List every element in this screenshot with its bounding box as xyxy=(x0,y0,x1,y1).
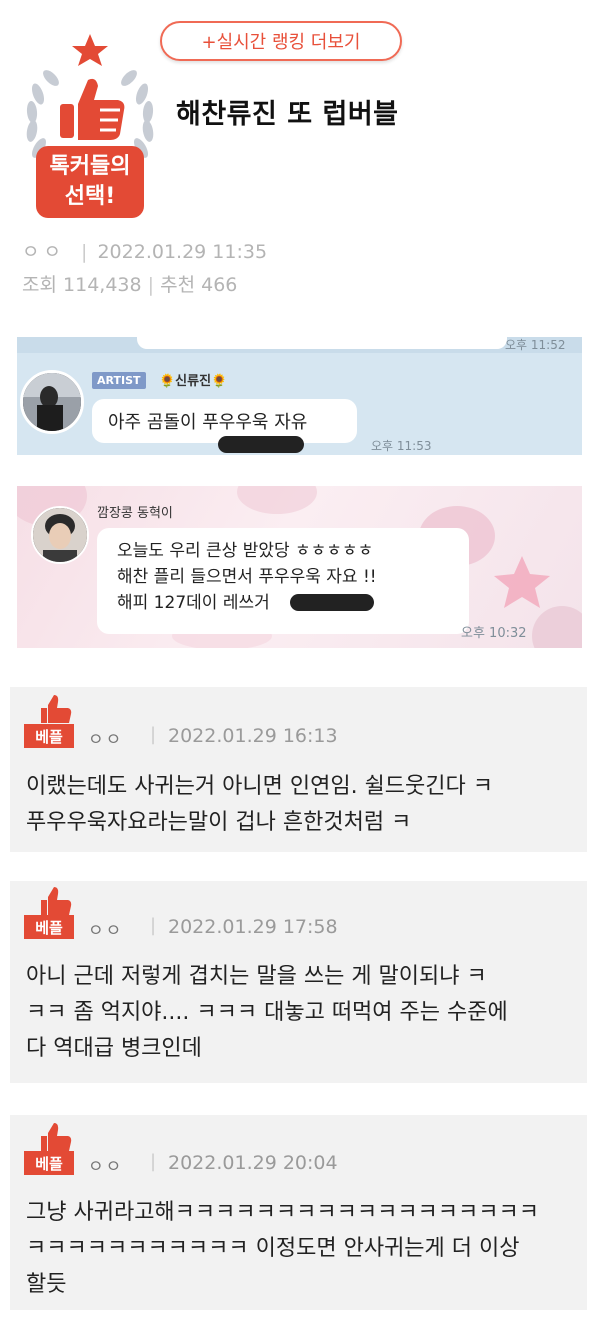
badge-line1: 톡커들의 xyxy=(49,154,131,179)
sender-avatar xyxy=(31,506,89,564)
comment-divider: | xyxy=(150,724,157,745)
comment-line: 그냥 사귀라고해ㅋㅋㅋㅋㅋㅋㅋㅋㅋㅋㅋㅋㅋㅋㅋㅋㅋㅋ xyxy=(26,1200,539,1225)
chat2-sender: 깜장콩 동혁이 xyxy=(97,506,173,521)
best-comment: 베플 ㅇㅇ | 2022.01.29 20:04 그냥 사귀라고해ㅋㅋㅋㅋㅋㅋㅋ… xyxy=(10,1115,587,1310)
comment-date: 2022.01.29 17:58 xyxy=(168,916,338,938)
post-title: 해찬류진 또 럽버블 xyxy=(176,99,399,130)
comment-author: ㅇㅇ xyxy=(88,1157,124,1177)
chat2-line-1: 오늘도 우리 큰상 받았당 ㅎㅎㅎㅎㅎ xyxy=(117,541,374,561)
best-comment-badge: 베플 xyxy=(24,724,74,748)
comment-author: ㅇㅇ xyxy=(88,921,124,941)
chat2-message-bubble: 오늘도 우리 큰상 받았당 ㅎㅎㅎㅎㅎ 해찬 플리 들으면서 푸우우욱 자요 !… xyxy=(97,528,469,634)
views-count: 114,438 xyxy=(63,274,142,296)
comment-line: 이랬는데도 사귀는거 아니면 인연임. 쉴드웃긴다 ㅋ xyxy=(26,774,494,799)
recommend-count: 466 xyxy=(201,274,238,296)
post-meta-stats: 조회 114,438 | 추천 466 xyxy=(22,274,238,296)
post-date: 2022.01.29 11:35 xyxy=(97,241,268,263)
comment-line: 할듯 xyxy=(26,1272,67,1297)
redaction-bar xyxy=(290,594,374,611)
comment-line: ㅋㅋ 좀 억지야.... ㅋㅋㅋ 대놓고 떠먹여 주는 수준에 xyxy=(26,1000,508,1025)
comment-line: 아니 근데 저렇게 겹치는 말을 쓰는 게 말이되냐 ㅋ xyxy=(26,964,487,989)
chat1-time: 오후 11:53 xyxy=(371,439,432,453)
comment-body: 그냥 사귀라고해ㅋㅋㅋㅋㅋㅋㅋㅋㅋㅋㅋㅋㅋㅋㅋㅋㅋㅋ ㅋㅋㅋㅋㅋㅋㅋㅋㅋㅋㅋ 이… xyxy=(26,1195,576,1303)
artist-tag: ARTIST xyxy=(92,372,146,389)
post-meta-author-date: ㅇㅇ | 2022.01.29 11:35 xyxy=(22,241,268,263)
best-comment: 베플 ㅇㅇ | 2022.01.29 16:13 이랬는데도 사귀는거 아니면 … xyxy=(10,687,587,852)
badge-line2: 선택! xyxy=(64,184,116,209)
comment-line: 푸우우욱자요라는말이 겁나 흔한것처럼 ㅋ xyxy=(26,810,412,835)
best-comment: 베플 ㅇㅇ | 2022.01.29 17:58 아니 근데 저렇게 겹치는 말… xyxy=(10,881,587,1083)
previous-bubble xyxy=(137,337,507,349)
views-label: 조회 xyxy=(22,274,57,296)
chat-screenshot-1: 오후 11:52 ARTIST 🌻신류진🌻 아주 곰돌이 푸우우욱 자유 오후 … xyxy=(17,337,582,455)
best-comment-badge: 베플 xyxy=(24,1151,74,1175)
comment-date: 2022.01.29 20:04 xyxy=(168,1152,338,1174)
comment-line: ㅋㅋㅋㅋㅋㅋㅋㅋㅋㅋㅋ 이정도면 안사귀는게 더 이상 xyxy=(26,1236,520,1261)
comment-divider: | xyxy=(150,1151,157,1172)
chat1-sender: 🌻신류진🌻 xyxy=(159,374,228,389)
chat1-top-time: 오후 11:52 xyxy=(505,338,566,352)
chat2-time: 오후 10:32 xyxy=(461,626,527,641)
post-author: ㅇㅇ xyxy=(22,241,65,263)
chat-screenshot-2: 깜장콩 동혁이 오늘도 우리 큰상 받았당 ㅎㅎㅎㅎㅎ 해찬 플리 들으면서 푸… xyxy=(17,486,582,648)
chat1-message: 아주 곰돌이 푸우우욱 자유 xyxy=(108,412,308,433)
comment-body: 아니 근데 저렇게 겹치는 말을 쓰는 게 말이되냐 ㅋ ㅋㅋ 좀 억지야...… xyxy=(26,959,576,1067)
artist-avatar xyxy=(20,370,84,434)
comment-line: 다 역대급 병크인데 xyxy=(26,1036,202,1061)
realtime-ranking-button[interactable]: +실시간 랭킹 더보기 xyxy=(160,21,402,61)
comment-date: 2022.01.29 16:13 xyxy=(168,725,338,747)
redaction-bar xyxy=(218,436,304,453)
talkers-choice-badge: 톡커들의 선택! xyxy=(20,34,160,220)
comment-divider: | xyxy=(150,915,157,936)
best-comment-badge: 베플 xyxy=(24,915,74,939)
chat2-line-2: 해찬 플리 들으면서 푸우우욱 자요 !! xyxy=(117,567,377,587)
recommend-label: 추천 xyxy=(160,274,196,296)
comment-author: ㅇㅇ xyxy=(88,730,124,750)
comment-body: 이랬는데도 사귀는거 아니면 인연임. 쉴드웃긴다 ㅋ 푸우우욱자요라는말이 겁… xyxy=(26,769,576,841)
